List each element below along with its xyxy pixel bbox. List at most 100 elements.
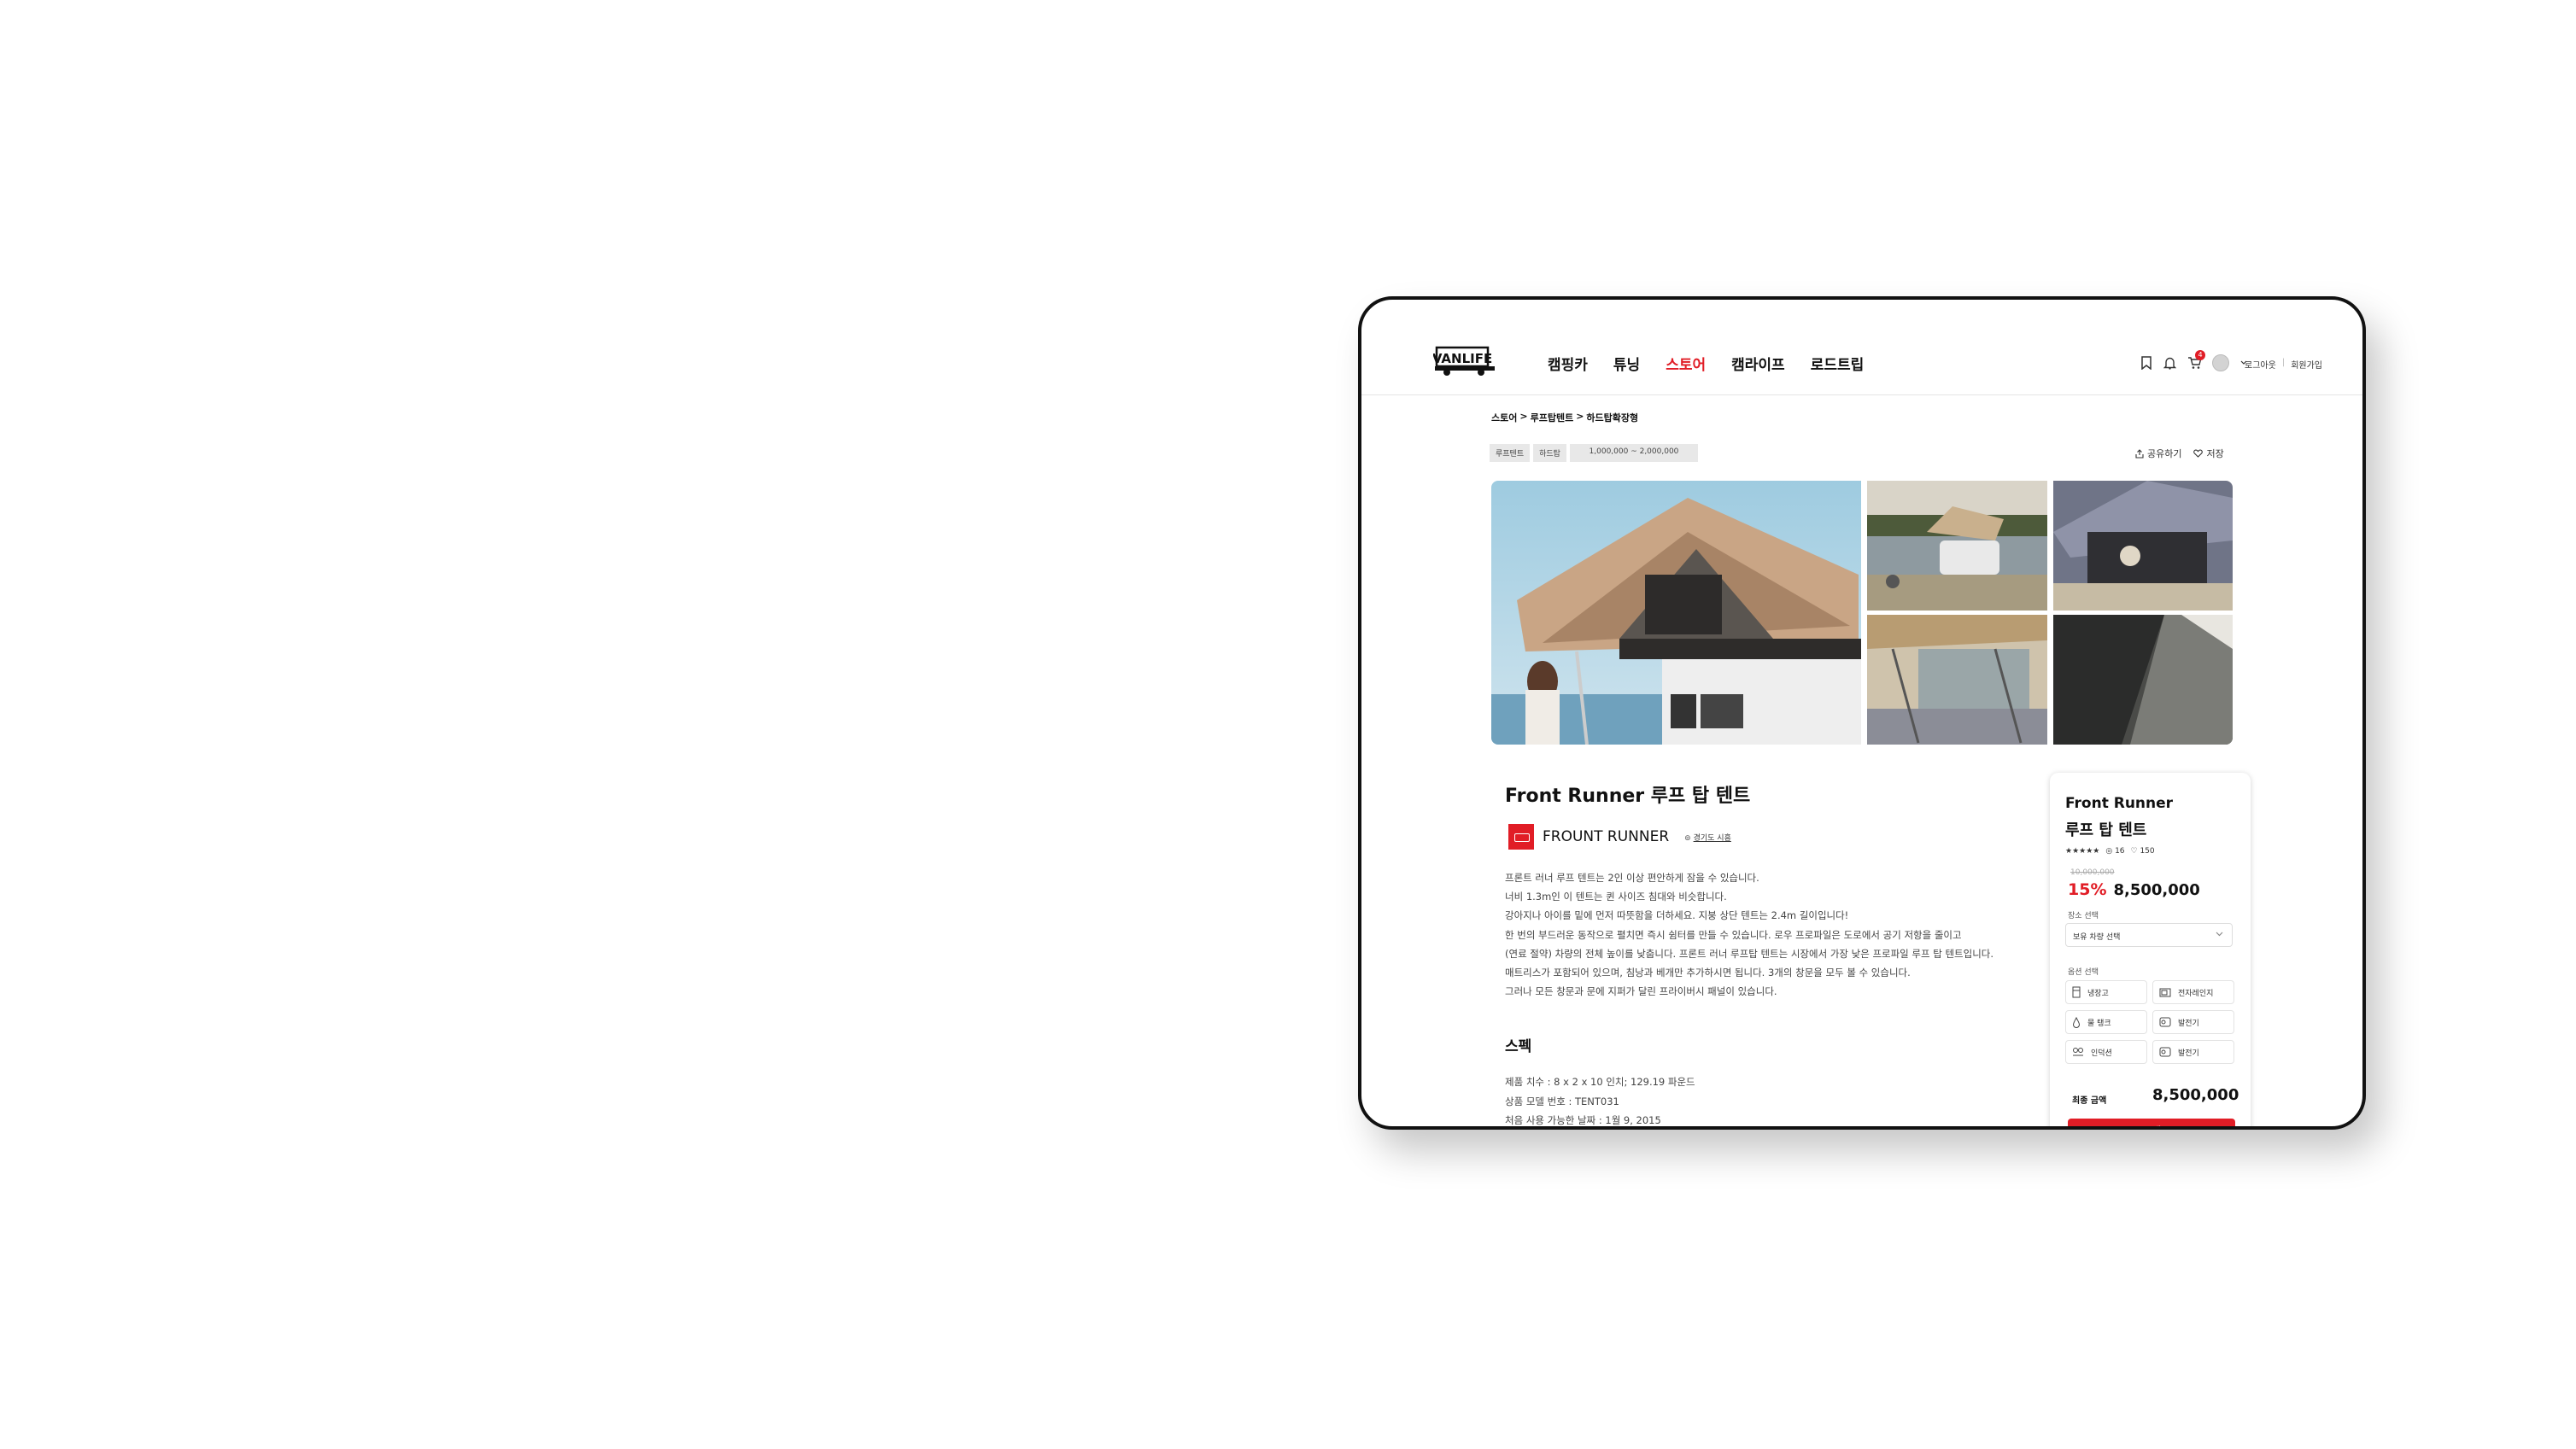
description-line: (연료 절약) 차량의 전체 높이를 낮춥니다. 프론트 러너 루프탑 텐트는 … xyxy=(1505,947,1994,960)
brand-location: ⊚ 경기도 시흥 xyxy=(1684,832,1731,843)
spec-heading: 스펙 xyxy=(1505,1038,1532,1055)
header-icons: 4 xyxy=(2140,350,2247,371)
cart-icon[interactable]: 4 xyxy=(2187,350,2205,370)
order-product-name: 루프 탑 텐트 xyxy=(2065,821,2147,839)
vehicle-select-value: 보유 차량 선택 xyxy=(2073,933,2121,942)
description-line: 한 번의 부드러운 동작으로 펼치면 즉시 쉼터를 만들 수 있습니다. 로우 … xyxy=(1505,928,1962,941)
logout-link[interactable]: 로그아웃 xyxy=(2245,358,2276,371)
main-product-photo[interactable] xyxy=(1491,481,1861,745)
vanlife-logo[interactable]: VANLIFE xyxy=(1432,342,1496,377)
product-photo-thumbnail[interactable] xyxy=(1867,615,2047,745)
generator-icon xyxy=(2159,1017,2171,1027)
signup-link[interactable]: 회원가입 xyxy=(2291,358,2322,371)
cart-count-badge: 4 xyxy=(2195,350,2205,360)
addon-label: 냉장고 xyxy=(2087,989,2109,998)
share-button[interactable]: 공유하기 xyxy=(2135,447,2181,460)
site-header: VANLIFE 캠핑카 튜닝 스토어 캠라이프 로드트립 4 로그아웃 | 회원… xyxy=(1361,300,2362,395)
addon-induction[interactable]: 인덕션 xyxy=(2065,1040,2147,1064)
brand-logo[interactable] xyxy=(1508,824,1534,850)
addon-generator[interactable]: 발전기 xyxy=(2152,1010,2234,1034)
description-line: 그러나 모든 창문과 문에 지퍼가 달린 프라이버시 패널이 있습니다. xyxy=(1505,985,1777,998)
save-button[interactable]: 저장 xyxy=(2193,447,2224,460)
main-nav: 캠핑카 튜닝 스토어 캠라이프 로드트립 xyxy=(1548,353,1864,374)
rating-row: ★★★★★ ◎ 16 ♡ 150 xyxy=(2065,847,2155,856)
addon-label: 인덕션 xyxy=(2091,1049,2112,1058)
breadcrumb-separator: > xyxy=(1519,411,1528,422)
tag-price-range[interactable]: 1,000,000 ~ 2,000,000 xyxy=(1569,444,1698,462)
product-tags: 루프텐트 하드탑 1,000,000 ~ 2,000,000 xyxy=(1490,444,1698,462)
brand-name[interactable]: FROUNT RUNNER xyxy=(1543,828,1669,845)
svg-text:VANLIFE: VANLIFE xyxy=(1433,351,1492,366)
spec-item: 제품 치수 : 8 x 2 x 10 인치; 129.19 파운드 xyxy=(1505,1076,1695,1088)
product-photo-thumbnail[interactable] xyxy=(1867,481,2047,611)
addon-generator-2[interactable]: 발전기 xyxy=(2152,1040,2234,1064)
order-panel: Front Runner 루프 탑 텐트 ★★★★★ ◎ 16 ♡ 150 10… xyxy=(2050,773,2251,1126)
addon-label: 물 탱크 xyxy=(2087,1019,2111,1028)
total-label: 최종 금액 xyxy=(2072,1096,2107,1106)
tablet-device-frame: VANLIFE 캠핑카 튜닝 스토어 캠라이프 로드트립 4 로그아웃 | 회원… xyxy=(1358,296,2366,1130)
addon-options: 냉장고 전자레인지 물 탱크 발전기 인덕션 발전기 xyxy=(2065,980,2234,1064)
description-line: 강아지나 아이를 밑에 먼저 따뜻함을 더하세요. 지붕 상단 텐트는 2.4m… xyxy=(1505,909,1849,922)
nav-item-tuning[interactable]: 튜닝 xyxy=(1613,353,1640,374)
addon-label: 발전기 xyxy=(2178,1049,2199,1058)
addon-microwave[interactable]: 전자레인지 xyxy=(2152,980,2234,1004)
addon-label: 옵션 선택 xyxy=(2068,968,2099,977)
product-photo-thumbnail[interactable] xyxy=(2053,615,2233,745)
chevron-down-icon xyxy=(2216,932,2223,937)
bell-icon[interactable] xyxy=(2163,356,2176,370)
generator-icon xyxy=(2159,1047,2171,1057)
bookmark-icon[interactable] xyxy=(2140,356,2152,370)
auth-links: 로그아웃 | 회원가입 xyxy=(2245,358,2322,371)
price-row: 15% 8,500,000 xyxy=(2068,880,2200,899)
option-label: 장소 선택 xyxy=(2068,912,2099,920)
tag-hardtop[interactable]: 하드탑 xyxy=(1533,444,1566,462)
breadcrumb-store[interactable]: 스토어 xyxy=(1491,411,1517,424)
spec-item: 상품 모델 번호 : TENT031 xyxy=(1505,1095,1619,1107)
breadcrumb-separator: > xyxy=(1576,411,1584,422)
rating-count: ◎ 16 xyxy=(2105,847,2125,856)
microwave-icon xyxy=(2159,988,2171,996)
review-count: ♡ 150 xyxy=(2130,847,2155,856)
total-value: 8,500,000 xyxy=(2152,1086,2239,1104)
addon-fridge[interactable]: 냉장고 xyxy=(2065,980,2147,1004)
save-label: 저장 xyxy=(2206,448,2224,459)
discount-rate: 15% xyxy=(2068,880,2107,899)
avatar[interactable] xyxy=(2212,354,2229,371)
spec-list: 제품 치수 : 8 x 2 x 10 인치; 129.19 파운드 상품 모델 … xyxy=(1505,1072,1695,1126)
nav-item-roadtrip[interactable]: 로드트립 xyxy=(1811,353,1865,374)
original-price: 10,000,000 xyxy=(2070,868,2115,877)
addon-label: 전자레인지 xyxy=(2178,989,2214,998)
nav-item-camlife[interactable]: 캠라이프 xyxy=(1731,353,1785,374)
tag-roof-tent[interactable]: 루프텐트 xyxy=(1490,444,1531,462)
addon-label: 발전기 xyxy=(2178,1019,2199,1028)
fridge-icon xyxy=(2072,986,2081,998)
star-rating-icon: ★★★★★ xyxy=(2065,847,2100,856)
product-title: Front Runner 루프 탑 텐트 xyxy=(1505,786,1751,807)
location-pin-icon: ⊚ xyxy=(1684,833,1691,843)
share-label: 공유하기 xyxy=(2147,448,2182,459)
spec-item: 처음 사용 가능한 날짜 : 1월 9, 2015 xyxy=(1505,1114,1661,1126)
buy-button[interactable]: 구매 xyxy=(2068,1119,2235,1126)
breadcrumb-hardtop[interactable]: 하드탑확장형 xyxy=(1586,411,1638,424)
sale-price: 8,500,000 xyxy=(2113,881,2200,899)
product-photo-thumbnail[interactable] xyxy=(2053,481,2233,611)
water-drop-icon xyxy=(2072,1016,2081,1028)
addon-water-tank[interactable]: 물 탱크 xyxy=(2065,1010,2147,1034)
brand-location-text[interactable]: 경기도 시흥 xyxy=(1694,834,1731,843)
product-actions: 공유하기 저장 xyxy=(2135,447,2224,460)
order-brand: Front Runner xyxy=(2065,795,2174,812)
description-line: 프론트 러너 루프 텐트는 2인 이상 편안하게 잠을 수 있습니다. xyxy=(1505,872,1759,884)
description-line: 너비 1.3m인 이 텐트는 퀸 사이즈 침대와 비슷합니다. xyxy=(1505,891,1727,903)
heart-icon xyxy=(2193,449,2204,458)
induction-icon xyxy=(2073,1048,2083,1056)
breadcrumb-rooftop-tent[interactable]: 루프탑텐트 xyxy=(1531,411,1574,424)
brand-row: FROUNT RUNNER ⊚ 경기도 시흥 xyxy=(1508,824,1731,850)
breadcrumb: 스토어 > 루프탑텐트 > 하드탑확장형 xyxy=(1491,411,1638,424)
product-description: 프론트 러너 루프 텐트는 2인 이상 편안하게 잠을 수 있습니다. 너비 1… xyxy=(1505,868,2052,1001)
nav-item-store[interactable]: 스토어 xyxy=(1666,353,1706,374)
share-icon xyxy=(2135,448,2144,459)
description-line: 매트리스가 포함되어 있으며, 침낭과 베개만 추가하시면 됩니다. 3개의 창… xyxy=(1505,967,1911,979)
nav-item-campingcar[interactable]: 캠핑카 xyxy=(1548,353,1588,374)
vehicle-select[interactable]: 보유 차량 선택 xyxy=(2065,923,2233,947)
divider: | xyxy=(2281,358,2286,367)
